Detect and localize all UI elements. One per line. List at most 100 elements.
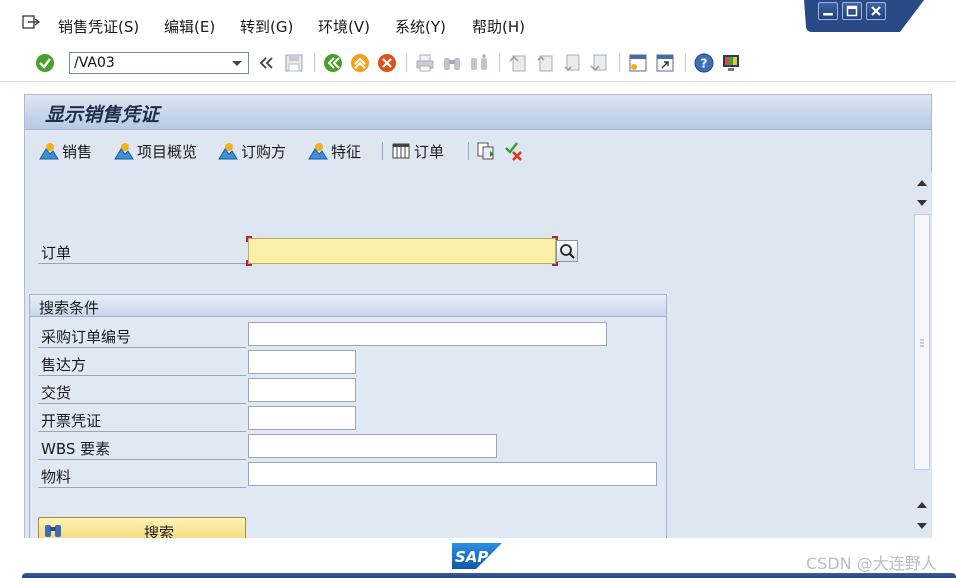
maximize-icon (846, 5, 858, 17)
sales-overview-button[interactable]: 销售 (39, 140, 92, 162)
wbs-element-label: WBS 要素 (41, 440, 111, 458)
back-icon[interactable] (322, 52, 344, 74)
menu-exit-icon[interactable] (22, 14, 40, 30)
application-toolbar: 销售 项目概览 订购方 特征 订单 (24, 130, 932, 172)
next-page-icon[interactable] (561, 52, 583, 74)
screen-title-bar: 显示销售凭证 (24, 94, 932, 130)
label-underline (38, 347, 246, 348)
delivery-label: 交货 (41, 384, 72, 402)
group-title: 搜索条件 (39, 299, 100, 317)
mountain-icon (114, 143, 134, 160)
watermark: CSDN @大连野人 (806, 554, 937, 573)
order-number-input[interactable] (248, 238, 556, 264)
svg-text:?: ? (701, 57, 708, 71)
previous-page-icon[interactable] (534, 52, 556, 74)
create-session-icon[interactable] (627, 52, 649, 74)
minimize-button[interactable] (818, 2, 838, 20)
order-field-label: 订单 (41, 244, 72, 262)
wbs-element-input[interactable] (248, 434, 497, 458)
scroll-up-icon[interactable] (917, 180, 927, 186)
mountain-icon (39, 143, 59, 160)
exit-icon[interactable] (349, 52, 371, 74)
value-help-button[interactable] (556, 240, 578, 262)
standard-toolbar: ? (0, 44, 956, 82)
scrollbar-thumb[interactable] (914, 214, 930, 470)
sold-to-input[interactable] (248, 350, 356, 374)
find-icon[interactable] (441, 52, 463, 74)
orders-button[interactable]: 订单 (391, 140, 444, 162)
print-icon[interactable] (414, 52, 436, 74)
footer-band (22, 573, 956, 578)
purchase-order-input[interactable] (248, 322, 607, 346)
enter-check-icon[interactable] (34, 52, 56, 74)
item-overview-label: 项目概览 (137, 142, 198, 161)
command-field[interactable] (69, 52, 249, 74)
label-underline (38, 263, 246, 264)
purchase-order-label: 采购订单编号 (41, 328, 132, 346)
orders-label: 订单 (414, 142, 445, 161)
label-underline (38, 487, 246, 488)
sap-logo-text: SAP (455, 548, 488, 566)
window-controls (804, 0, 924, 32)
binoculars-icon (45, 525, 61, 537)
toolbar-separator (382, 142, 383, 160)
group-title-bar: 搜索条件 (30, 295, 666, 317)
material-label: 物料 (41, 468, 72, 486)
close-icon (871, 6, 881, 16)
characteristics-button[interactable]: 特征 (308, 140, 361, 162)
billing-document-label: 开票凭证 (41, 412, 102, 430)
scroll-down-icon[interactable] (917, 523, 927, 529)
menu-environment[interactable]: 环境(V) (318, 16, 370, 37)
order-field-wrapper (246, 236, 558, 266)
status-overview-icon[interactable] (503, 140, 525, 162)
toolbar-separator (499, 54, 500, 72)
sold-to-party-button[interactable]: 订购方 (218, 140, 286, 162)
delivery-input[interactable] (248, 378, 356, 402)
scroll-down-icon[interactable] (917, 200, 927, 206)
save-icon[interactable] (283, 52, 305, 74)
close-window-button[interactable] (866, 2, 886, 20)
first-page-icon[interactable] (507, 52, 529, 74)
toolbar-separator (685, 54, 686, 72)
layout-menu-icon[interactable] (720, 52, 742, 74)
help-icon[interactable]: ? (693, 52, 715, 74)
mountain-icon (308, 143, 328, 160)
minimize-icon (823, 13, 833, 16)
label-underline (38, 459, 246, 460)
last-page-icon[interactable] (588, 52, 610, 74)
sales-overview-label: 销售 (62, 142, 93, 161)
menu-sales-document[interactable]: 销售凭证(S) (58, 16, 139, 37)
find-next-icon[interactable] (468, 52, 490, 74)
label-underline (38, 403, 246, 404)
label-underline (38, 431, 246, 432)
scroll-up-icon[interactable] (917, 502, 927, 508)
sold-to-party-label: 订购方 (241, 142, 287, 161)
search-icon (560, 244, 575, 259)
menu-bar: 销售凭证(S) 编辑(E) 转到(G) 环境(V) 系统(Y) 帮助(H) (0, 0, 956, 44)
menu-help[interactable]: 帮助(H) (472, 16, 525, 37)
cancel-icon[interactable] (376, 52, 398, 74)
item-overview-button[interactable]: 项目概览 (114, 140, 197, 162)
page-title: 显示销售凭证 (45, 104, 160, 126)
characteristics-label: 特征 (331, 142, 362, 161)
material-input[interactable] (248, 462, 657, 486)
vertical-scrollbar[interactable] (912, 172, 932, 538)
required-corner-mark (246, 236, 252, 242)
chevron-down-icon[interactable] (226, 53, 248, 73)
document-flow-icon[interactable] (476, 140, 496, 162)
toolbar-separator (314, 54, 315, 72)
toolbar-separator (468, 142, 469, 160)
maximize-button[interactable] (842, 2, 862, 20)
command-input[interactable] (72, 54, 222, 72)
menu-system[interactable]: 系统(Y) (395, 16, 446, 37)
sap-logo: SAP (452, 543, 502, 569)
sold-to-label: 售达方 (41, 356, 87, 374)
menu-goto[interactable]: 转到(G) (240, 16, 293, 37)
mountain-icon (218, 143, 238, 160)
billing-document-input[interactable] (248, 406, 356, 430)
label-underline (38, 375, 246, 376)
double-chevron-left-icon[interactable] (256, 52, 278, 74)
generate-shortcut-icon[interactable] (654, 52, 676, 74)
menu-edit[interactable]: 编辑(E) (164, 16, 215, 37)
toolbar-separator (406, 54, 407, 72)
